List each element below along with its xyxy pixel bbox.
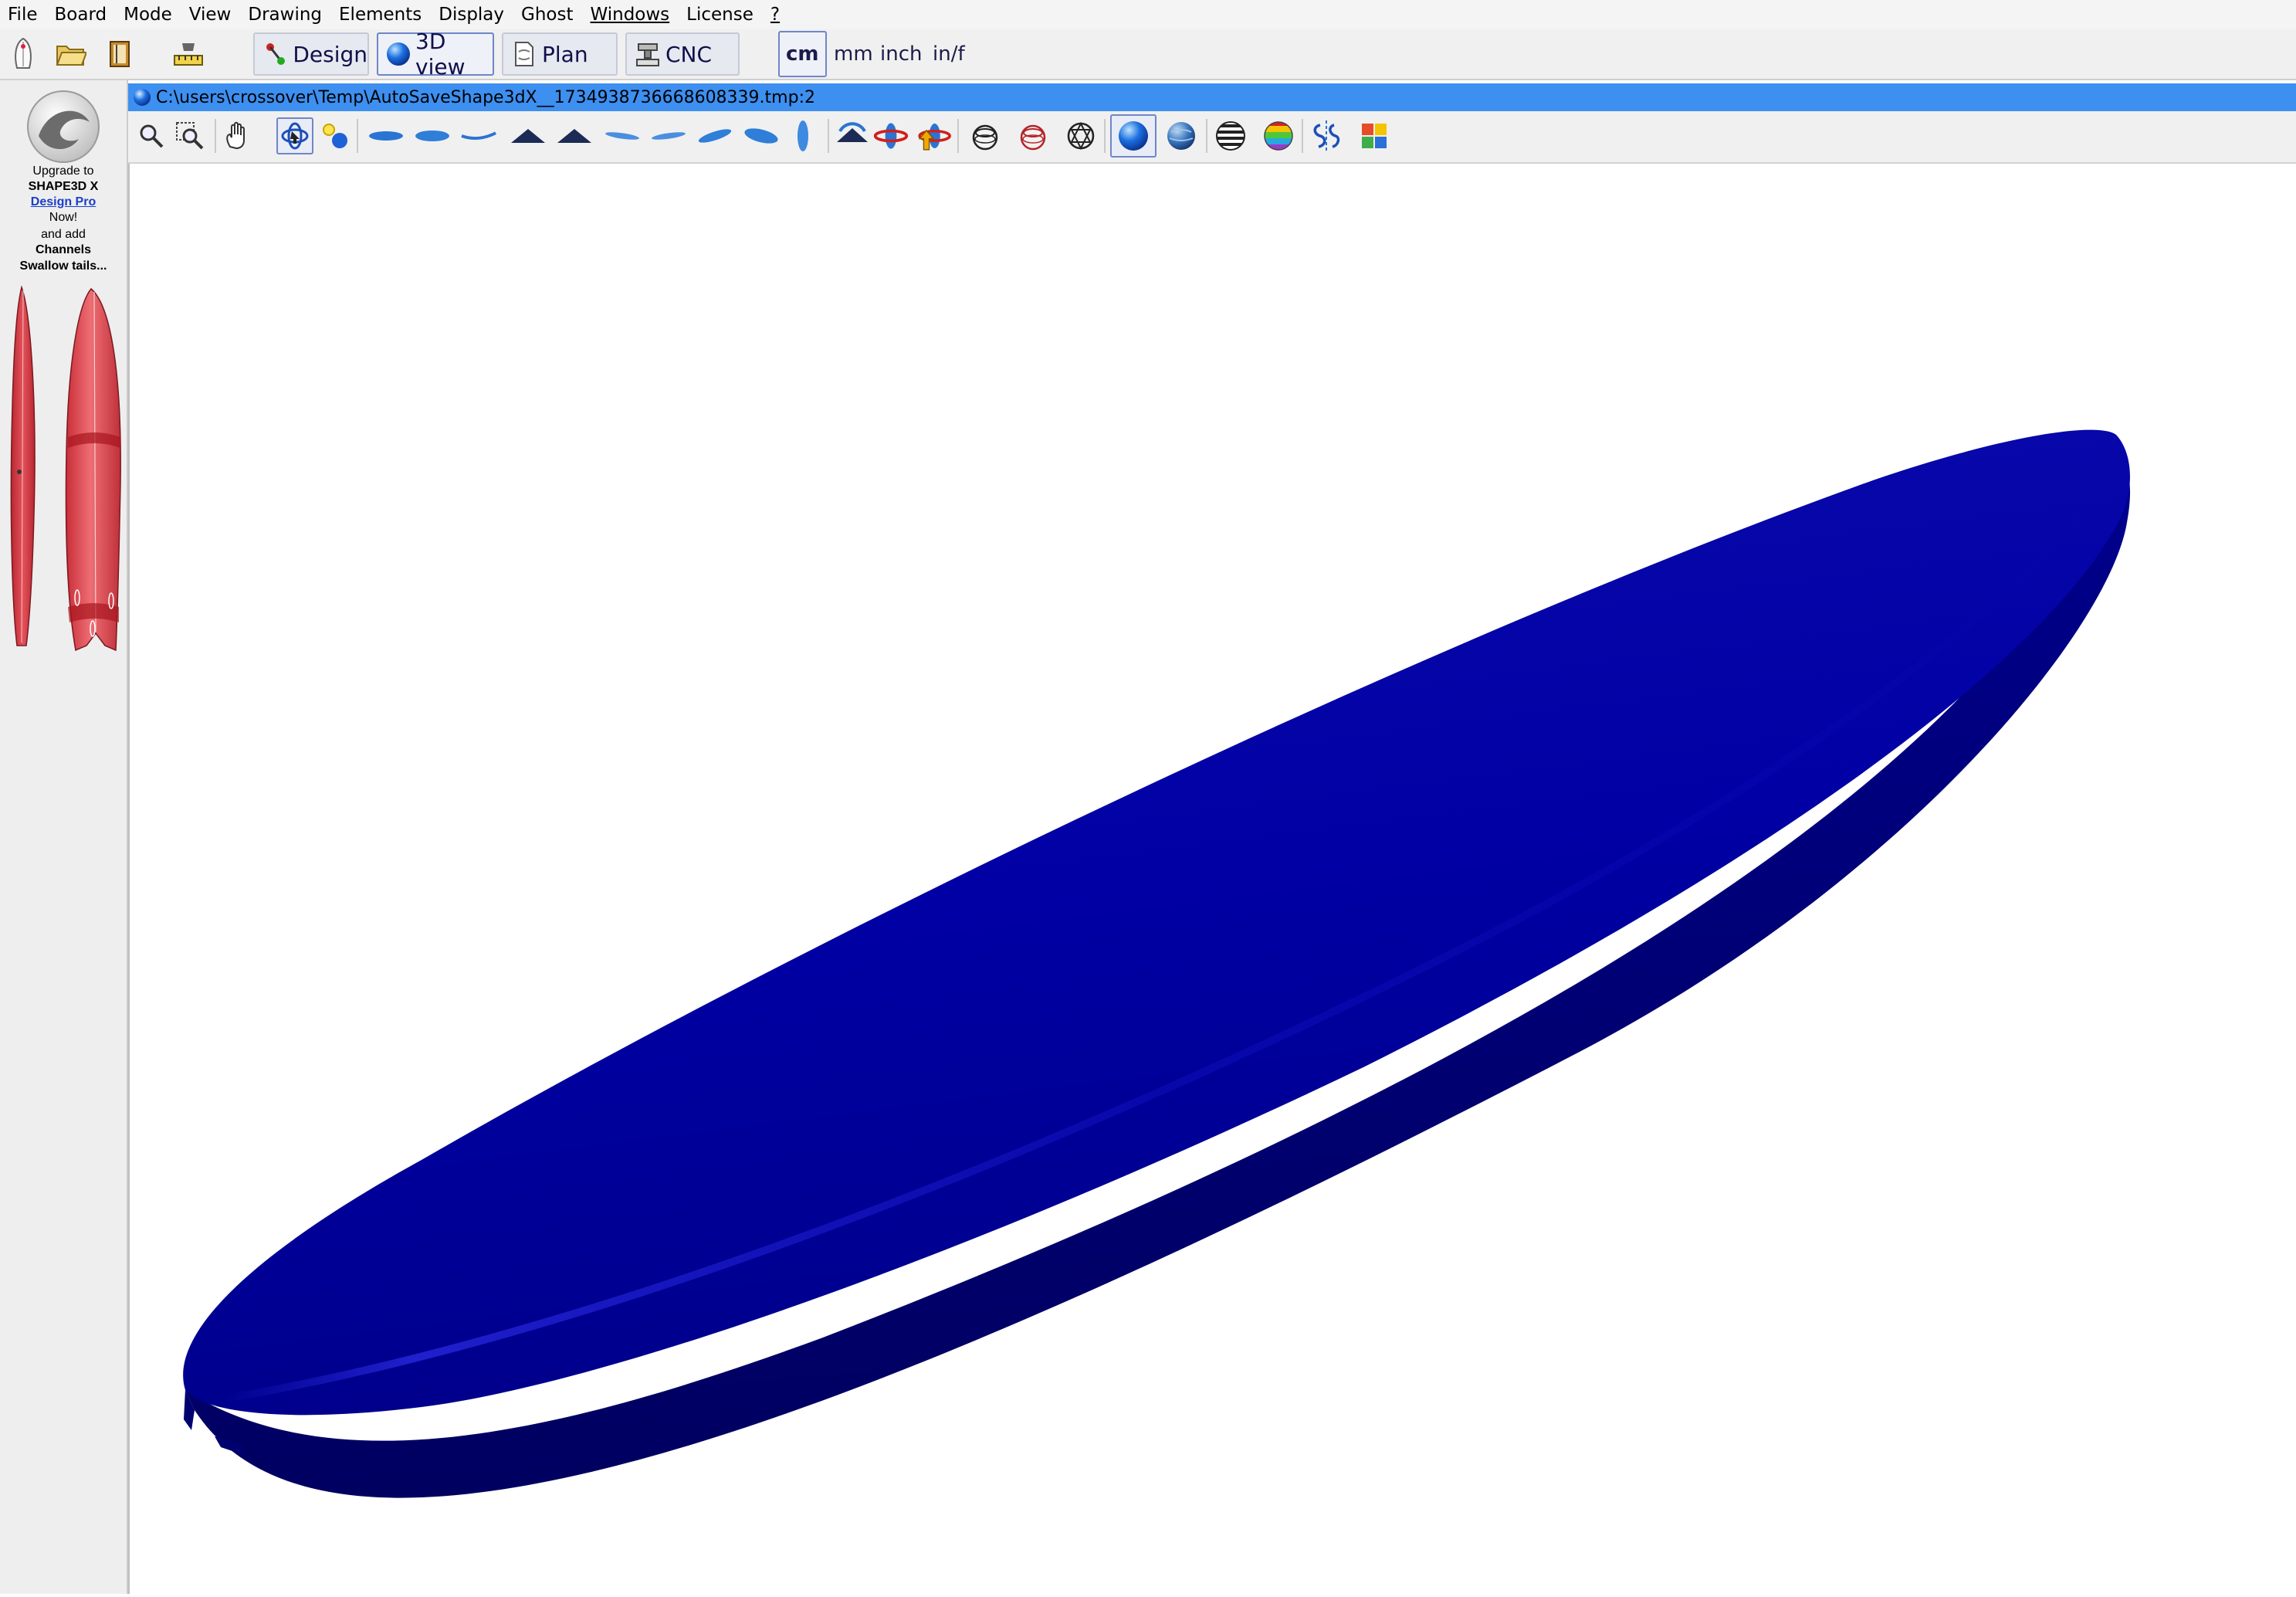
zoom-window-icon[interactable] bbox=[171, 117, 208, 154]
3d-view-mode-label: 3D view bbox=[415, 29, 466, 80]
board-tail-view-icon[interactable] bbox=[556, 117, 593, 154]
sphere-icon bbox=[386, 41, 411, 67]
ad-surfboard-image[interactable] bbox=[6, 283, 125, 653]
toolbar-separator bbox=[357, 119, 358, 153]
ad-product-name: SHAPE3D X bbox=[28, 180, 99, 193]
ad-swallow-tails-text: Swallow tails... bbox=[19, 259, 107, 273]
board-top-view-icon[interactable] bbox=[367, 117, 405, 154]
board-front-view-icon[interactable] bbox=[784, 117, 821, 154]
toolbar-separator bbox=[215, 119, 216, 153]
menu-help[interactable]: ? bbox=[762, 0, 788, 29]
plan-mode-label: Plan bbox=[542, 41, 588, 67]
plan-mode-button[interactable]: Plan bbox=[502, 32, 618, 76]
rotate-up-board-icon[interactable] bbox=[914, 117, 951, 154]
toolbar-separator bbox=[1206, 119, 1207, 153]
save-board-icon[interactable] bbox=[103, 37, 137, 71]
symmetry-icon[interactable] bbox=[1308, 117, 1345, 154]
open-folder-icon[interactable] bbox=[54, 37, 88, 71]
toolbar-separator bbox=[1302, 119, 1303, 153]
ad-upgrade-text: Upgrade to bbox=[32, 164, 94, 178]
measure-icon[interactable] bbox=[171, 37, 205, 71]
menu-board[interactable]: Board bbox=[46, 0, 116, 29]
ad-now-text: Now! bbox=[49, 211, 78, 224]
ad-and-add-text: and add bbox=[41, 228, 86, 241]
unit-cm-button[interactable]: cm bbox=[778, 31, 827, 77]
viewport-border bbox=[128, 164, 130, 1594]
plan-icon bbox=[511, 41, 537, 67]
board-side-view-icon[interactable] bbox=[460, 117, 497, 154]
board-nose-view-icon[interactable] bbox=[510, 117, 547, 154]
ad-channels-text: Channels bbox=[35, 243, 91, 256]
flip-board-icon[interactable] bbox=[834, 117, 871, 154]
wireframe-red-icon[interactable] bbox=[1014, 117, 1051, 154]
unit-inch-button[interactable]: inch bbox=[880, 37, 922, 71]
surfboard-3d-model[interactable] bbox=[128, 164, 2296, 1594]
design-mode-label: Design bbox=[293, 41, 367, 67]
color-curvature-icon[interactable] bbox=[1260, 117, 1297, 154]
sphere-icon bbox=[133, 88, 151, 107]
board-perspective-view-4-icon[interactable] bbox=[743, 117, 780, 154]
board-deck bbox=[183, 429, 2130, 1416]
board-perspective-view-1-icon[interactable] bbox=[604, 117, 641, 154]
board-perspective-view-3-icon[interactable] bbox=[696, 117, 733, 154]
zoom-icon[interactable] bbox=[133, 117, 170, 154]
rotate-board-icon[interactable] bbox=[872, 117, 909, 154]
menu-mode[interactable]: Mode bbox=[115, 0, 181, 29]
design-mode-button[interactable]: Design bbox=[253, 32, 369, 76]
view-toolbar bbox=[128, 111, 2296, 164]
document-path-title: C:\users\crossover\Temp\AutoSaveShape3dX… bbox=[156, 87, 815, 107]
zebra-stripes-icon[interactable] bbox=[1212, 117, 1249, 154]
color-palette-icon[interactable] bbox=[1356, 117, 1393, 154]
shaded-sphere-icon[interactable] bbox=[1110, 114, 1156, 158]
3d-view-mode-button[interactable]: 3D view bbox=[377, 29, 494, 80]
cnc-icon bbox=[635, 41, 661, 67]
mesh-icon[interactable] bbox=[1062, 117, 1099, 154]
toolbar-separator bbox=[828, 119, 829, 153]
menu-license[interactable]: License bbox=[678, 0, 762, 29]
new-board-icon[interactable] bbox=[6, 37, 40, 71]
3d-viewport[interactable] bbox=[128, 164, 2296, 1594]
pan-hand-icon[interactable] bbox=[219, 117, 256, 154]
light-source-icon[interactable] bbox=[317, 117, 354, 154]
board-perspective-view-2-icon[interactable] bbox=[650, 117, 687, 154]
document-title-bar[interactable]: C:\users\crossover\Temp\AutoSaveShape3dX… bbox=[128, 83, 2296, 111]
menu-drawing[interactable]: Drawing bbox=[239, 0, 330, 29]
menu-file[interactable]: File bbox=[0, 0, 46, 29]
cnc-mode-button[interactable]: CNC bbox=[625, 32, 740, 76]
design-icon bbox=[262, 41, 288, 67]
toolbar-separator bbox=[957, 119, 959, 153]
menu-display[interactable]: Display bbox=[430, 0, 513, 29]
menu-view[interactable]: View bbox=[181, 0, 240, 29]
unit-inf-button[interactable]: in/f bbox=[933, 37, 965, 71]
board-bottom-view-icon[interactable] bbox=[414, 117, 451, 154]
unit-mm-button[interactable]: mm bbox=[834, 37, 873, 71]
main-toolbar: Design 3D view Plan CNC cm mm inch in/f bbox=[0, 29, 2296, 80]
textured-sphere-icon[interactable] bbox=[1163, 117, 1200, 154]
menu-bar: File Board Mode View Drawing Elements Di… bbox=[0, 0, 2296, 29]
menu-windows[interactable]: Windows bbox=[582, 0, 679, 29]
wireframe-sections-icon[interactable] bbox=[967, 117, 1004, 154]
menu-ghost[interactable]: Ghost bbox=[513, 0, 581, 29]
rotate-3d-icon[interactable] bbox=[276, 117, 313, 154]
menu-elements[interactable]: Elements bbox=[330, 0, 430, 29]
toolbar-separator bbox=[1104, 119, 1106, 153]
cnc-mode-label: CNC bbox=[665, 41, 713, 67]
ad-design-pro-link[interactable]: Design Pro bbox=[0, 195, 127, 210]
shape3d-logo-icon[interactable] bbox=[25, 88, 102, 165]
upgrade-ad-panel: Upgrade to SHAPE3D X Design Pro Now! and… bbox=[0, 80, 128, 1594]
